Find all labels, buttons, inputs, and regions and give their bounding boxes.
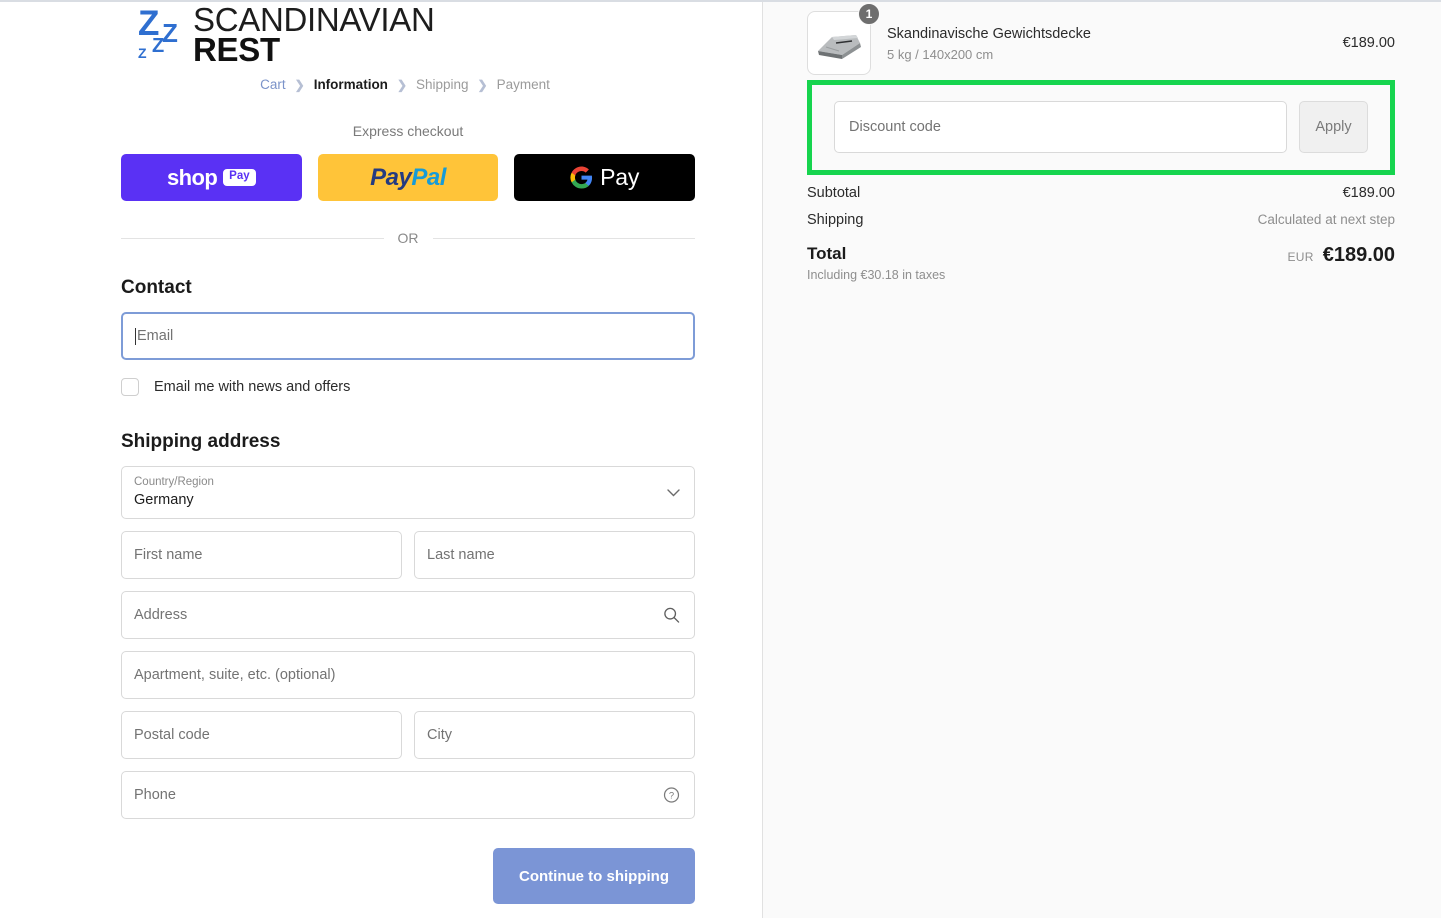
shop-pay-pill: Pay [223, 169, 256, 186]
shipping-value: Calculated at next step [1257, 212, 1395, 227]
order-totals: Subtotal €189.00 Shipping Calculated at … [807, 175, 1395, 282]
postal-city-row: Postal code City [121, 711, 695, 759]
weighted-blanket-icon [818, 35, 861, 59]
google-pay-button[interactable]: Pay [514, 154, 696, 201]
discount-code-input[interactable]: Discount code [834, 101, 1287, 153]
contact-section-title: Contact [121, 277, 192, 298]
paypal-word-pay: Pay [370, 163, 412, 191]
email-placeholder: Email [137, 328, 174, 344]
discount-section-highlight: Discount code Apply [807, 80, 1395, 175]
total-currency: EUR [1287, 250, 1314, 264]
chevron-down-icon [667, 484, 680, 502]
product-variant: 5 kg / 140x200 cm [887, 47, 994, 63]
google-pay-logo: Pay [570, 164, 639, 191]
city-placeholder: City [427, 727, 452, 743]
newsletter-label: Email me with news and offers [154, 379, 351, 395]
or-label: OR [397, 230, 419, 246]
subtotal-label: Subtotal [807, 185, 861, 201]
checkout-page: Z Z Z Z SCANDINAVIAN REST Cart ❯ Informa… [0, 0, 1441, 918]
breadcrumb-cart[interactable]: Cart [260, 77, 286, 92]
quantity-badge: 1 [858, 3, 880, 25]
discount-row: Discount code Apply [834, 101, 1368, 153]
or-divider: OR [121, 230, 695, 246]
shop-pay-logo: shop Pay [167, 165, 256, 191]
express-checkout-label: Express checkout [352, 123, 464, 139]
shop-pay-button[interactable]: shop Pay [121, 154, 302, 201]
city-input[interactable]: City [414, 711, 695, 759]
paypal-logo: PayPal [370, 164, 446, 192]
line-item-text: Skandinavische Gewichtsdecke 5 kg / 140x… [887, 24, 1327, 63]
product-title: Skandinavische Gewichtsdecke [887, 25, 1091, 42]
google-g-icon [570, 166, 593, 189]
address-input[interactable]: Address [121, 591, 695, 639]
sleeping-z-icon: Z Z Z Z [134, 4, 196, 66]
breadcrumb-shipping: Shipping [416, 77, 469, 92]
product-price: €189.00 [1342, 35, 1395, 51]
country-region-select[interactable]: Country/Region Germany [121, 466, 695, 519]
product-thumbnail-wrap: 1 [807, 3, 880, 75]
grand-total-row: Total Including €30.18 in taxes EUR €189… [807, 244, 1395, 282]
discount-code-placeholder: Discount code [849, 119, 941, 135]
checkout-form-column: Z Z Z Z SCANDINAVIAN REST Cart ❯ Informa… [0, 2, 762, 918]
apply-discount-button[interactable]: Apply [1299, 101, 1368, 153]
apartment-input[interactable]: Apartment, suite, etc. (optional) [121, 651, 695, 699]
chevron-right-icon: ❯ [294, 77, 305, 92]
tax-note: Including €30.18 in taxes [807, 268, 946, 282]
paypal-button[interactable]: PayPal [317, 154, 499, 201]
logo-z-glyph: Z [138, 45, 147, 61]
breadcrumb-payment: Payment [496, 77, 550, 92]
google-pay-text: Pay [600, 164, 640, 190]
order-line-item: 1 Skandinavische Gewichtsdecke 5 kg / 14… [807, 2, 1395, 76]
store-logo[interactable]: Z Z Z Z SCANDINAVIAN REST [0, 2, 762, 68]
paypal-word-pal: Pal [411, 163, 446, 191]
phone-placeholder: Phone [134, 787, 176, 803]
logo-z-glyph: Z [162, 18, 178, 48]
first-name-input[interactable]: First name [121, 531, 402, 579]
last-name-input[interactable]: Last name [414, 531, 695, 579]
shipping-row: Shipping Calculated at next step [807, 212, 1395, 228]
svg-text:?: ? [669, 790, 674, 801]
shipping-address-section-title: Shipping address [121, 431, 281, 452]
name-fields-row: First name Last name [121, 531, 695, 579]
continue-row: Continue to shipping [121, 848, 695, 904]
order-summary-column: 1 Skandinavische Gewichtsdecke 5 kg / 14… [762, 2, 1441, 918]
postal-code-placeholder: Postal code [134, 727, 210, 743]
breadcrumb: Cart ❯ Information ❯ Shipping ❯ Payment [121, 77, 695, 92]
grand-total-left: Total Including €30.18 in taxes [807, 244, 945, 282]
logo-z-glyph: Z [152, 35, 165, 57]
total-value: €189.00 [1322, 244, 1395, 266]
email-field[interactable]: Email [121, 312, 695, 360]
continue-to-shipping-button[interactable]: Continue to shipping [493, 848, 695, 904]
grand-total-amount: EUR €189.00 [1287, 244, 1395, 267]
chevron-right-icon: ❯ [396, 77, 407, 92]
postal-code-input[interactable]: Postal code [121, 711, 402, 759]
country-region-value: Germany [134, 491, 194, 508]
shipping-label: Shipping [807, 212, 864, 228]
newsletter-checkbox-row[interactable]: Email me with news and offers [121, 378, 695, 396]
logo-line-2: REST [193, 31, 280, 69]
express-checkout-buttons: shop Pay PayPal Pay [121, 154, 696, 201]
address-placeholder: Address [134, 607, 188, 623]
total-label: Total [807, 244, 847, 263]
country-region-label: Country/Region [134, 475, 214, 488]
shop-pay-wordmark: shop [167, 164, 218, 190]
newsletter-checkbox[interactable] [121, 378, 139, 396]
logo-wordmark: SCANDINAVIAN REST [193, 3, 435, 69]
first-name-placeholder: First name [134, 547, 203, 563]
subtotal-value: €189.00 [1342, 185, 1395, 201]
phone-input[interactable]: Phone ? [121, 771, 695, 819]
last-name-placeholder: Last name [427, 547, 495, 563]
breadcrumb-information[interactable]: Information [314, 77, 388, 92]
apartment-placeholder: Apartment, suite, etc. (optional) [134, 667, 336, 683]
help-question-icon[interactable]: ? [663, 787, 680, 804]
subtotal-row: Subtotal €189.00 [807, 185, 1395, 201]
search-icon[interactable] [663, 607, 680, 624]
chevron-right-icon: ❯ [477, 77, 488, 92]
